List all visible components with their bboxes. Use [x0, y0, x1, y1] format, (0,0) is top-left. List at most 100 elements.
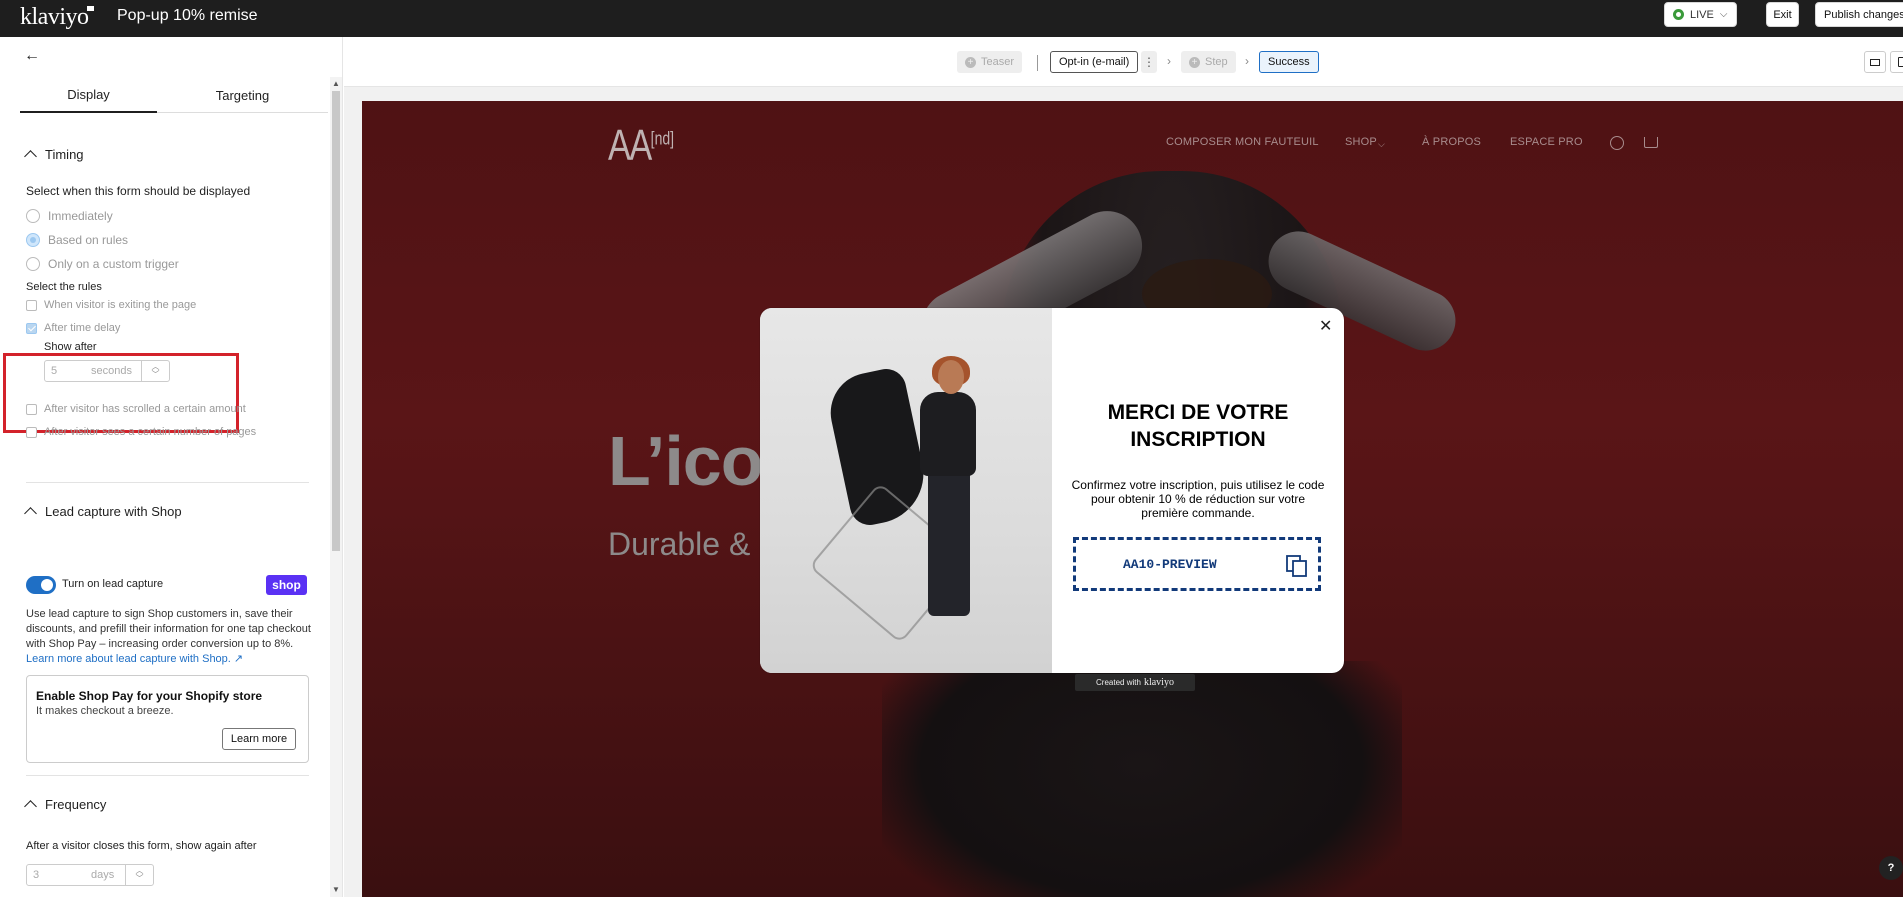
- step-optin[interactable]: Opt-in (e-mail): [1050, 51, 1139, 73]
- status-dropdown[interactable]: LIVE ⌵: [1664, 2, 1737, 27]
- close-icon[interactable]: ✕: [1319, 316, 1332, 336]
- checkbox[interactable]: [26, 403, 37, 415]
- external-link-icon[interactable]: ↗: [234, 653, 243, 665]
- learn-more-link[interactable]: Learn more about lead capture with Shop.: [26, 653, 231, 665]
- checkbox-checked[interactable]: [26, 322, 37, 334]
- radio-circle-selected[interactable]: [26, 233, 40, 247]
- preview-canvas: + Teaser Opt-in (e-mail) ⋮ › + Step › Su…: [344, 37, 1903, 897]
- desktop-view-button[interactable]: [1864, 51, 1886, 73]
- frequency-value[interactable]: 3: [27, 869, 39, 881]
- plus-icon: +: [1189, 56, 1200, 68]
- rule-scroll-amount[interactable]: After visitor has scrolled a certain amo…: [26, 403, 246, 415]
- step-label: Step: [1205, 56, 1228, 68]
- step-step[interactable]: + Step: [1181, 51, 1236, 73]
- timing-prompt: Select when this form should be displaye…: [26, 184, 251, 198]
- rule-time-delay[interactable]: After time delay: [26, 322, 120, 334]
- tab-targeting[interactable]: Targeting: [157, 77, 328, 113]
- checkbox[interactable]: [26, 299, 37, 311]
- stepper-arrows-icon[interactable]: ︿ ﹀: [125, 865, 153, 885]
- more-options-icon[interactable]: ⋮: [1141, 51, 1157, 73]
- coupon-code: AA10-PREVIEW: [1123, 557, 1217, 572]
- toggle-label: Turn on lead capture: [62, 578, 164, 590]
- account-icon[interactable]: [1610, 136, 1624, 150]
- checkbox[interactable]: [26, 426, 37, 438]
- rule-exit-intent[interactable]: When visitor is exiting the page: [26, 299, 196, 311]
- website-preview: AA[nd] COMPOSER MON FAUTEUIL SHOP ⌵ À PR…: [362, 101, 1903, 897]
- panel-scrollbar[interactable]: ▲ ▼: [330, 77, 342, 897]
- step-separator: [1037, 55, 1038, 71]
- scroll-down-icon[interactable]: ▼: [332, 885, 340, 894]
- exit-button[interactable]: Exit: [1766, 2, 1799, 27]
- frequency-section-header[interactable]: Frequency: [24, 797, 107, 813]
- scrollbar-thumb[interactable]: [332, 91, 340, 551]
- frequency-unit: days: [91, 869, 115, 881]
- radio-circle[interactable]: [26, 209, 40, 223]
- popup-body: Confirmez votre inscription, puis utilis…: [1071, 478, 1325, 520]
- shop-badge: shop: [266, 575, 307, 595]
- step-teaser[interactable]: + Teaser: [957, 51, 1023, 73]
- popup-title: MERCI DE VOTRE INSCRIPTION: [1107, 401, 1289, 451]
- timing-section-header[interactable]: Timing: [24, 147, 84, 163]
- model-body: [920, 392, 976, 476]
- description-text: Use lead capture to sign Shop customers …: [26, 608, 311, 650]
- rules-label: Select the rules: [26, 281, 102, 293]
- frequency-heading: Frequency: [45, 797, 107, 812]
- chevron-down-icon: ⌵: [1719, 9, 1728, 20]
- checkbox-label: After visitor sees a certain number of p…: [44, 426, 257, 438]
- chevron-right-icon: ›: [1245, 54, 1249, 68]
- chevron-up-icon: [24, 800, 37, 813]
- annotation-highlight-box: [3, 353, 239, 433]
- created-with-text: Created with: [1096, 678, 1141, 687]
- rule-page-count[interactable]: After visitor sees a certain number of p…: [26, 426, 256, 438]
- card-title: Enable Shop Pay for your Shopify store: [36, 689, 263, 703]
- section-divider: [26, 482, 309, 483]
- scroll-up-icon[interactable]: ▲: [332, 79, 340, 88]
- step-label: Teaser: [981, 56, 1015, 68]
- radio-circle[interactable]: [26, 257, 40, 271]
- nav-item-composer[interactable]: COMPOSER MON FAUTEUIL: [1166, 136, 1319, 148]
- coupon-box[interactable]: AA10-PREVIEW: [1073, 537, 1321, 591]
- chevron-up-icon: [24, 507, 37, 520]
- checkbox-label: After time delay: [44, 322, 121, 334]
- nav-item-espace-pro[interactable]: ESPACE PRO: [1510, 136, 1583, 148]
- success-popup: ✕ MERCI DE VOTRE INSCRIPTION Confirmez v…: [760, 308, 1344, 673]
- radio-based-on-rules[interactable]: Based on rules: [26, 233, 128, 247]
- site-brand-logo: AA[nd]: [608, 121, 674, 171]
- lead-capture-section-header[interactable]: Lead capture with Shop: [24, 504, 182, 520]
- frequency-days-stepper[interactable]: 3 days ︿ ﹀: [26, 864, 154, 886]
- radio-label: Based on rules: [48, 233, 129, 247]
- section-divider: [26, 775, 309, 776]
- timing-heading: Timing: [45, 147, 84, 162]
- model-head: [938, 360, 964, 394]
- chevron-up-icon: [24, 150, 37, 163]
- checkbox-label: After visitor has scrolled a certain amo…: [44, 403, 246, 415]
- nav-item-shop[interactable]: SHOP: [1345, 136, 1377, 148]
- step-success[interactable]: Success: [1259, 51, 1319, 73]
- copy-icon[interactable]: [1285, 554, 1309, 578]
- back-arrow-icon[interactable]: ←: [24, 47, 40, 65]
- form-title: Pop-up 10% remise: [117, 7, 258, 24]
- chevron-right-icon: ›: [1167, 54, 1171, 68]
- radio-custom-trigger[interactable]: Only on a custom trigger: [26, 257, 179, 271]
- klaviyo-logo: klaviyo: [20, 4, 89, 30]
- lead-capture-heading: Lead capture with Shop: [45, 504, 182, 519]
- publish-changes-button[interactable]: Publish changes: [1815, 2, 1903, 27]
- help-button[interactable]: ?: [1879, 856, 1903, 880]
- live-status-icon: [1673, 9, 1684, 20]
- panel-tabs: Display Targeting: [20, 77, 328, 113]
- shop-pay-card: Enable Shop Pay for your Shopify store I…: [26, 675, 309, 763]
- cart-icon[interactable]: [1644, 137, 1658, 148]
- lead-capture-toggle[interactable]: [26, 576, 56, 594]
- mobile-view-button[interactable]: [1890, 51, 1903, 73]
- popup-model-image: [760, 308, 1052, 673]
- created-with-klaviyo-badge[interactable]: Created with klaviyo: [1075, 674, 1195, 691]
- tab-display[interactable]: Display: [20, 77, 157, 113]
- radio-immediately[interactable]: Immediately: [26, 209, 113, 223]
- card-subtitle: It makes checkout a breeze.: [36, 705, 174, 717]
- plus-icon: +: [965, 56, 976, 68]
- settings-panel: ← Display Targeting ▲ ▼ Timing Select wh…: [0, 37, 343, 897]
- created-brand: klaviyo: [1143, 677, 1174, 688]
- nav-item-a-propos[interactable]: À PROPOS: [1422, 136, 1481, 148]
- form-steps-bar: + Teaser Opt-in (e-mail) ⋮ › + Step › Su…: [344, 37, 1903, 87]
- learn-more-button[interactable]: Learn more: [222, 728, 296, 750]
